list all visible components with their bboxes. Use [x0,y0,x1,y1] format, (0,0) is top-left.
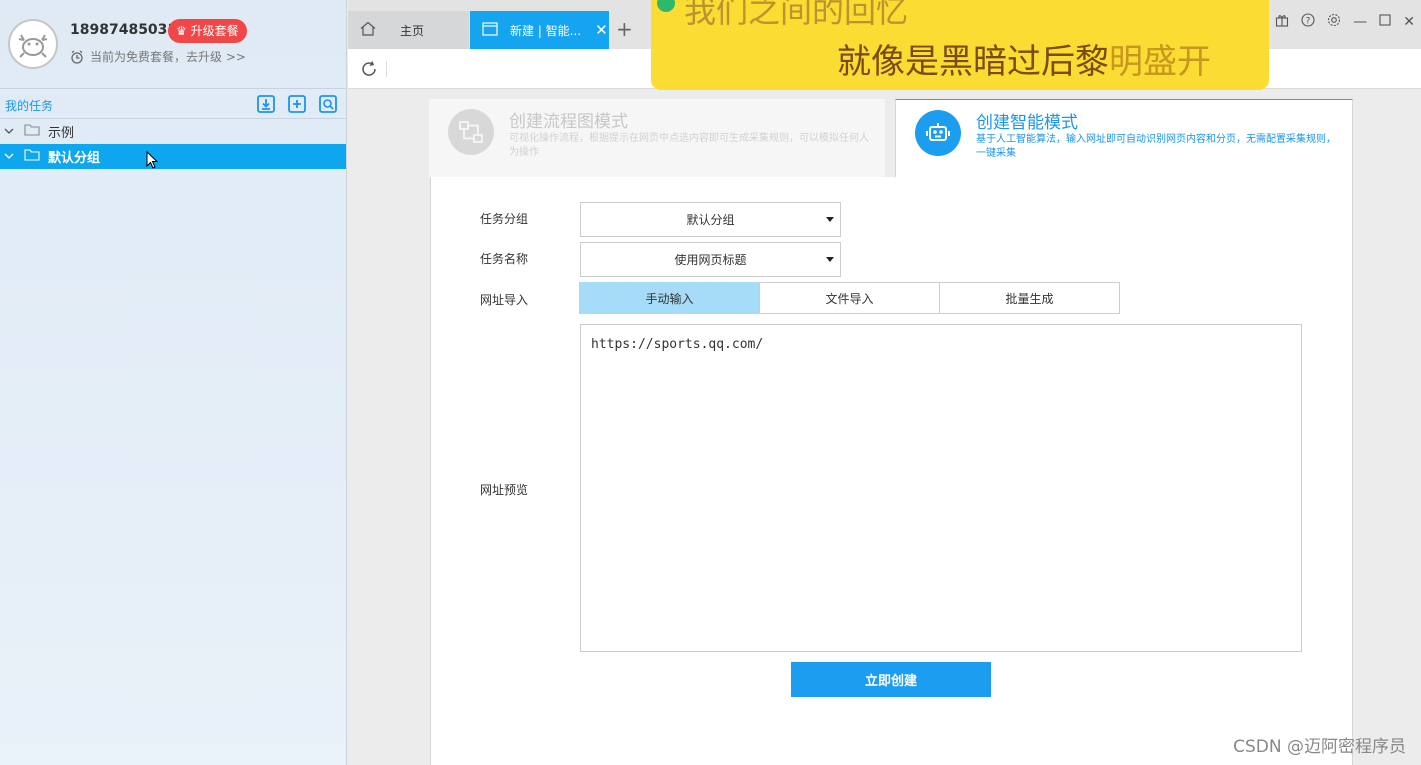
tree-item-example[interactable]: 示例 [0,119,346,144]
flowchart-mode-title: 创建流程图模式 [509,112,628,132]
tab-new-smart[interactable]: 新建 | 智能... ✕ [470,11,609,49]
task-group-label: 任务分组 [480,212,529,226]
lyric-line-2-unsung: 明盛开 [1109,42,1211,82]
main-content: 创建流程图模式 可视化操作流程，根据提示在网页中点选内容即可生成采集规则，可以模… [348,90,1421,765]
search-task-icon[interactable] [318,94,338,114]
tree-item-label: 示例 [48,126,75,141]
flowchart-mode-card[interactable]: 创建流程图模式 可视化操作流程，根据提示在网页中点选内容即可生成采集规则，可以模… [429,99,885,177]
batch-generate-tab[interactable]: 批量生成 [939,282,1120,314]
flowchart-mode-desc: 可视化操作流程，根据提示在网页中点选内容即可生成采集规则，可以模拟任何人为操作 [509,133,869,158]
new-task-icon[interactable] [287,94,307,114]
reload-icon[interactable] [360,60,378,81]
create-now-button[interactable]: 立即创建 [791,662,991,697]
caret-down-icon [826,257,834,262]
minimize-icon[interactable]: — [1353,14,1367,30]
user-phone: 18987485031 [70,22,178,38]
url-import-label: 网址导入 [480,293,529,307]
task-name-select[interactable]: 使用网页标题 [580,242,841,277]
profile-panel: 18987485031 ♛ 升级套餐 当前为免费套餐，去升级 >> [0,0,346,89]
plan-info[interactable]: 当前为免费套餐，去升级 >> [70,48,246,65]
task-header: 我的任务 [0,89,346,119]
import-task-icon[interactable] [256,94,276,114]
task-group-select[interactable]: 默认分组 [580,202,841,237]
help-icon[interactable]: ? [1301,13,1315,31]
url-import-segmented: 手动输入 文件导入 批量生成 [579,282,1120,314]
maximize-icon[interactable] [1379,14,1391,30]
crown-icon: ♛ [176,24,187,38]
task-name-value: 使用网页标题 [674,253,747,267]
folder-icon [24,148,40,165]
file-import-tab[interactable]: 文件导入 [759,282,940,314]
url-preview-label: 网址预览 [480,483,529,497]
smart-mode-card[interactable]: 创建智能模式 基于人工智能算法，输入网址即可自动识别网页内容和分页，无需配置采集… [895,99,1353,179]
crab-logo-icon [18,34,48,58]
robot-icon [915,110,961,156]
close-tab-icon[interactable]: ✕ [595,21,608,39]
upgrade-badge-label: 升级套餐 [190,24,239,38]
alarm-clock-icon [71,49,83,64]
sidebar: 18987485031 ♛ 升级套餐 当前为免费套餐，去升级 >> 我的任务 示… [0,0,347,765]
home-icon [360,21,376,39]
tab-home-label: 主页 [400,23,425,38]
mouse-cursor-icon [146,150,159,173]
tree-item-label: 默认分组 [48,151,101,166]
upgrade-badge[interactable]: ♛ 升级套餐 [168,19,247,43]
avatar[interactable] [8,19,58,69]
plan-text: 当前为免费套餐，去升级 >> [90,50,246,64]
flowchart-icon [448,109,494,155]
lyric-line-2: 就像是黑暗过后黎明盛开 [837,34,1211,83]
manual-input-tab[interactable]: 手动输入 [579,282,760,314]
svg-text:?: ? [1306,17,1311,27]
lyrics-status-dot [657,0,675,12]
csdn-watermark: CSDN @迈阿密程序员 [1233,737,1406,757]
settings-gear-icon[interactable] [1327,13,1341,31]
task-group-value: 默认分组 [686,213,735,227]
chevron-down-icon[interactable] [4,124,18,139]
task-name-label: 任务名称 [480,252,529,266]
url-textarea[interactable]: https://sports.qq.com/ [580,324,1302,652]
smart-mode-title: 创建智能模式 [976,113,1078,133]
new-tab-icon[interactable]: + [616,18,633,40]
lyric-line-1: 我们之间的回忆 [684,0,909,30]
tree-item-default-group[interactable]: 默认分组 [0,144,346,169]
my-tasks-title: 我的任务 [5,99,54,113]
gift-icon[interactable] [1275,13,1289,31]
lyrics-overlay[interactable]: 我们之间的回忆 就像是黑暗过后黎明盛开 [651,0,1269,90]
folder-icon [24,123,40,140]
create-task-form: 任务分组 默认分组 任务名称 使用网页标题 网址导入 手动输入 文件导入 批量生… [430,177,1353,765]
toolbar-divider [386,61,387,77]
tab-new-smart-label: 新建 | 智能... [510,23,582,38]
smart-mode-desc: 基于人工智能算法，输入网址即可自动识别网页内容和分页，无需配置采集规则，一键采集 [976,134,1336,159]
lyric-line-2-sung: 就像是黑暗过后黎 [837,42,1109,82]
chevron-down-icon[interactable] [4,149,18,164]
caret-down-icon [826,217,834,222]
tab-home[interactable]: 主页 [348,11,469,49]
close-window-icon[interactable]: ✕ [1403,14,1415,30]
page-icon [482,21,498,39]
